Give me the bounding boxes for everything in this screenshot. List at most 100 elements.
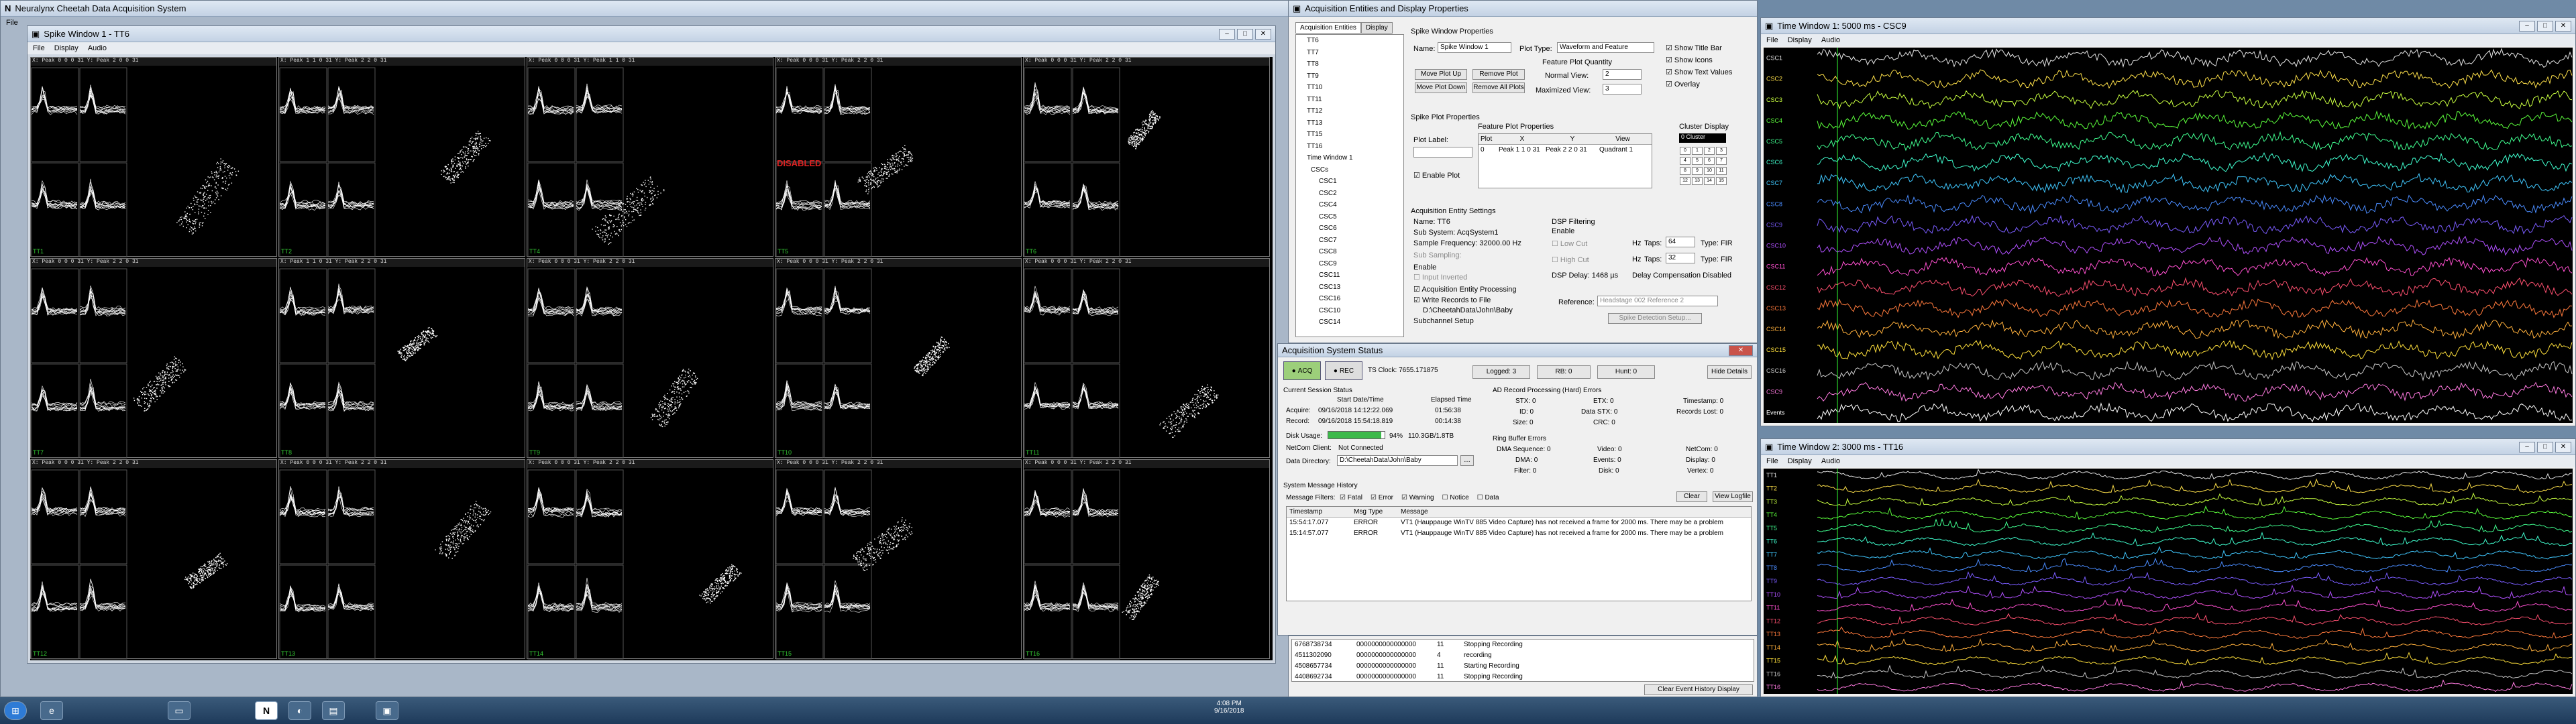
- cluster-button[interactable]: 0: [1680, 147, 1690, 155]
- menu-display[interactable]: Display: [1788, 457, 1812, 465]
- entity-tree[interactable]: TT6 TT7 TT8 TT9 TT10 TT11 TT12 TT13 TT15 TT16 Time…: [1295, 34, 1404, 337]
- tree-item[interactable]: TT15: [1300, 129, 1403, 141]
- menu-file[interactable]: File: [1766, 457, 1778, 465]
- filter-checkbox[interactable]: ☑ Warning: [1401, 494, 1434, 501]
- tab-acquisition-entities[interactable]: Acquisition Entities: [1295, 22, 1361, 34]
- cluster-button[interactable]: 1: [1692, 147, 1703, 155]
- col-y[interactable]: Y: [1546, 134, 1599, 144]
- time2-trace-area[interactable]: TT1 TT2 TT3 TT4 TT5 TT6 TT7 TT8 TT9 TT10 TT11 TT12 T…: [1764, 469, 2573, 694]
- close-icon[interactable]: ✕: [1729, 345, 1753, 356]
- spike-detection-button[interactable]: Spike Detection Setup...: [1608, 313, 1702, 324]
- menu-audio[interactable]: Audio: [1821, 36, 1840, 44]
- cluster-button[interactable]: 7: [1716, 157, 1727, 165]
- cluster-button[interactable]: 12: [1680, 177, 1690, 185]
- filter-checkbox[interactable]: ☐ Notice: [1442, 494, 1469, 501]
- clear-event-history-button[interactable]: Clear Event History Display: [1644, 684, 1753, 695]
- rb-indicator[interactable]: RB: 0: [1537, 365, 1591, 379]
- cluster-button[interactable]: 8: [1680, 167, 1690, 175]
- option-checkbox[interactable]: ☑ Show Icons: [1666, 56, 1746, 68]
- cluster-button[interactable]: 15: [1716, 177, 1727, 185]
- menu-file[interactable]: File: [1766, 36, 1778, 44]
- high-taps-select[interactable]: 32: [1666, 253, 1695, 263]
- cluster-button[interactable]: 13: [1692, 177, 1703, 185]
- close-icon[interactable]: ✕: [2555, 441, 2571, 452]
- spike-titlebar[interactable]: ▣ Spike Window 1 - TT6 – □ ✕: [28, 26, 1275, 42]
- tree-item[interactable]: CSC9: [1300, 258, 1403, 270]
- time1-trace-area[interactable]: CSC1 CSC2 CSC3 CSC4 CSC5 CSC6 CSC7 CSC8 CSC9 CSC1…: [1764, 48, 2573, 423]
- maximize-icon[interactable]: □: [2537, 441, 2553, 452]
- status-titlebar[interactable]: Acquisition System Status ✕: [1278, 344, 1757, 357]
- tree-item[interactable]: CSC14: [1300, 316, 1403, 328]
- time2-titlebar[interactable]: ▣ Time Window 2: 3000 ms - TT16 – □ ✕: [1761, 439, 2575, 455]
- option-checkbox[interactable]: ☑ Show Text Values: [1666, 68, 1746, 80]
- remove-plot-button[interactable]: Remove Plot: [1472, 69, 1525, 80]
- high-cut-checkbox[interactable]: ☐ High Cut: [1552, 255, 1589, 264]
- tree-item[interactable]: Time Window 1: [1300, 152, 1403, 164]
- tree-item[interactable]: TT9: [1300, 70, 1403, 82]
- event-row[interactable]: 6768738734 0000000000000000 11 Stopping Rec…: [1292, 640, 1754, 650]
- rec-button[interactable]: ● REC: [1325, 361, 1362, 380]
- tree-item[interactable]: CSC10: [1300, 305, 1403, 317]
- spike-plot-cell[interactable]: X: Peak 0 0 0 31 Y: Peak 2 2 0 31 TT13: [278, 459, 525, 660]
- reference-select[interactable]: Headstage 002 Reference 2: [1597, 296, 1718, 306]
- tree-item[interactable]: TT13: [1300, 117, 1403, 129]
- tree-item[interactable]: TT7: [1300, 47, 1403, 59]
- menu-file[interactable]: File: [33, 44, 45, 52]
- menu-audio[interactable]: Audio: [1821, 457, 1840, 465]
- ie-icon[interactable]: e: [40, 701, 63, 720]
- cluster-button[interactable]: 3: [1716, 147, 1727, 155]
- maximize-icon[interactable]: □: [2537, 20, 2553, 32]
- cluster-button[interactable]: 11: [1716, 167, 1727, 175]
- tree-item[interactable]: TT6: [1300, 35, 1403, 47]
- tab-display[interactable]: Display: [1360, 22, 1393, 34]
- filter-checkbox[interactable]: ☐ Data: [1477, 494, 1499, 501]
- minimize-icon[interactable]: –: [2519, 20, 2535, 32]
- spike-plot-cell[interactable]: X: Peak 0 0 0 31 Y: Peak 2 2 0 31 TT10: [775, 258, 1022, 459]
- close-icon[interactable]: ✕: [2555, 20, 2571, 32]
- spike-plot-cell[interactable]: X: Peak 0 0 0 31 Y: Peak 2 0 0 31 TT1: [30, 57, 277, 257]
- view-logfile-button[interactable]: View Logfile: [1713, 491, 1753, 502]
- plot-label-field[interactable]: [1413, 147, 1472, 158]
- menu-audio[interactable]: Audio: [88, 44, 107, 52]
- time1-titlebar[interactable]: ▣ Time Window 1: 5000 ms - CSC9 – □ ✕: [1761, 18, 2575, 34]
- tree-item[interactable]: CSCs: [1300, 164, 1403, 176]
- spike-plot-cell[interactable]: X: Peak 0 0 0 31 Y: Peak 2 2 0 31 TT11: [1023, 258, 1270, 459]
- tree-item[interactable]: CSC2: [1300, 188, 1403, 200]
- remove-all-plots-button[interactable]: Remove All Plots: [1472, 82, 1525, 93]
- event-row[interactable]: 4408692734 0000000000000000 11 Stopping Rec…: [1292, 672, 1754, 682]
- move-plot-down-button[interactable]: Move Plot Down: [1415, 82, 1467, 93]
- properties-titlebar[interactable]: ▣ Acquisition Entities and Display Prope…: [1289, 1, 1757, 17]
- tree-item[interactable]: CSC4: [1300, 199, 1403, 211]
- spike-plot-cell[interactable]: X: Peak 1 1 0 31 Y: Peak 2 2 0 31 TT2: [278, 57, 525, 257]
- write-records-checkbox[interactable]: ☑ Write Records to File: [1413, 296, 1491, 304]
- cluster-button[interactable]: 14: [1704, 177, 1715, 185]
- menu-display[interactable]: Display: [1788, 36, 1812, 44]
- tree-item[interactable]: CSC1: [1300, 176, 1403, 188]
- filter-checkbox[interactable]: ☑ Fatal: [1340, 494, 1362, 501]
- minimize-icon[interactable]: –: [1219, 28, 1235, 40]
- option-checkbox[interactable]: ☑ Show Title Bar: [1666, 44, 1746, 56]
- tree-item[interactable]: TT16: [1300, 141, 1403, 153]
- tree-item[interactable]: CSC13: [1300, 282, 1403, 294]
- feature-plot-table[interactable]: Plot X Y View 0 Peak 1 1 0 31 Peak 2 2 0…: [1478, 133, 1652, 188]
- clear-button[interactable]: Clear: [1676, 491, 1707, 502]
- tree-item[interactable]: CSC7: [1300, 235, 1403, 247]
- tree-item[interactable]: CSC5: [1300, 211, 1403, 223]
- window-switch-icon[interactable]: ▣: [376, 701, 398, 720]
- minimize-icon[interactable]: –: [2519, 441, 2535, 452]
- input-inverted-checkbox[interactable]: ☐ Input Inverted: [1413, 273, 1467, 282]
- tree-item[interactable]: CSC16: [1300, 293, 1403, 305]
- browse-button[interactable]: …: [1460, 455, 1474, 466]
- maximize-icon[interactable]: □: [1237, 28, 1253, 40]
- acq-button[interactable]: ● ACQ: [1283, 361, 1321, 380]
- option-checkbox[interactable]: ☑ Overlay: [1666, 80, 1746, 92]
- menu-display[interactable]: Display: [54, 44, 78, 52]
- tree-item[interactable]: TT11: [1300, 94, 1403, 106]
- cluster-button[interactable]: 9: [1692, 167, 1703, 175]
- low-cut-checkbox[interactable]: ☐ Low Cut: [1552, 239, 1587, 248]
- message-row[interactable]: 15:54:17.077 ERROR VT1 (Hauppauge WinTV 88…: [1287, 518, 1751, 528]
- menu-file[interactable]: File: [6, 19, 18, 27]
- spike-plot-cell[interactable]: X: Peak 1 1 0 31 Y: Peak 2 2 0 31 TT8: [278, 258, 525, 459]
- cluster-button[interactable]: 5: [1692, 157, 1703, 165]
- event-row[interactable]: 4508657734 0000000000000000 11 Starting Rec…: [1292, 661, 1754, 672]
